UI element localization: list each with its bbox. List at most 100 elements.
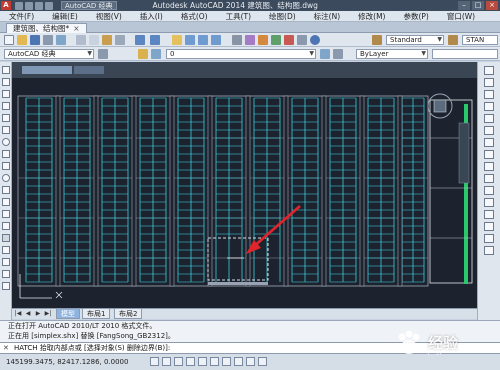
coordinate-readout[interactable]: 145199.3475, 82417.1286, 0.0000 — [6, 358, 128, 366]
menu-insert[interactable]: 插入(I) — [131, 11, 172, 22]
menu-modify[interactable]: 修改(M) — [349, 11, 394, 22]
chamfer-icon[interactable] — [484, 222, 494, 231]
calculator-icon[interactable] — [297, 35, 307, 45]
zoom-window-icon[interactable] — [198, 35, 208, 45]
gradient-icon[interactable] — [2, 246, 10, 254]
pan-icon[interactable] — [172, 35, 182, 45]
match-properties-icon[interactable] — [115, 35, 125, 45]
visual-style-control[interactable] — [74, 66, 104, 74]
dyn-toggle[interactable] — [234, 357, 243, 366]
transparency-toggle[interactable] — [258, 357, 267, 366]
offset-icon[interactable] — [484, 102, 494, 111]
redo-tool-icon[interactable] — [150, 35, 160, 45]
ducs-toggle[interactable] — [222, 357, 231, 366]
save-icon[interactable] — [25, 1, 33, 10]
menu-format[interactable]: 格式(O) — [172, 11, 217, 22]
array-icon[interactable] — [484, 114, 494, 123]
close-tab-icon[interactable]: × — [73, 24, 79, 33]
polyline-icon[interactable] — [2, 90, 10, 98]
undo-tool-icon[interactable] — [135, 35, 145, 45]
stretch-icon[interactable] — [484, 162, 494, 171]
grid-toggle[interactable] — [162, 357, 171, 366]
dim-style-icon[interactable] — [448, 35, 458, 45]
viewport-controls[interactable] — [22, 66, 72, 74]
save-file-icon[interactable] — [30, 35, 40, 45]
close-command-icon[interactable]: ✕ — [3, 344, 9, 352]
layer-previous-icon[interactable] — [333, 49, 343, 59]
menu-parametric[interactable]: 参数(P) — [394, 11, 437, 22]
copy-object-icon[interactable] — [484, 78, 494, 87]
polar-toggle[interactable] — [186, 357, 195, 366]
help-icon[interactable] — [310, 35, 320, 45]
menu-dimension[interactable]: 标注(N) — [305, 11, 349, 22]
explode-icon[interactable] — [484, 246, 494, 255]
minimize-icon[interactable]: – — [458, 1, 470, 10]
multiline-text-icon[interactable] — [2, 282, 10, 290]
polygon-icon[interactable] — [2, 102, 10, 110]
close-icon[interactable]: × — [486, 1, 498, 10]
rectangle-icon[interactable] — [2, 114, 10, 122]
design-center-icon[interactable] — [245, 35, 255, 45]
workspace-combo[interactable]: AutoCAD 经典 ▼ — [4, 49, 94, 59]
maximize-icon[interactable]: □ — [472, 1, 484, 10]
new-icon[interactable] — [4, 35, 14, 45]
rotate-icon[interactable] — [484, 138, 494, 147]
hatch-icon[interactable] — [2, 234, 10, 242]
erase-icon[interactable] — [484, 66, 494, 75]
region-icon[interactable] — [2, 258, 10, 266]
menu-draw[interactable]: 绘图(D) — [260, 11, 305, 22]
copy-icon[interactable] — [89, 35, 99, 45]
cut-icon[interactable] — [76, 35, 86, 45]
workspace-settings-icon[interactable] — [98, 49, 108, 59]
circle-icon[interactable] — [2, 138, 10, 146]
linetype-combo[interactable] — [432, 49, 498, 59]
break-icon[interactable] — [484, 198, 494, 207]
osnap-toggle[interactable] — [198, 357, 207, 366]
layer-state-icon[interactable] — [151, 49, 161, 59]
workspace-selector[interactable]: AutoCAD 经典 — [61, 1, 117, 10]
zoom-previous-icon[interactable] — [211, 35, 221, 45]
lineweight-toggle[interactable] — [246, 357, 255, 366]
prev-tab-icon[interactable]: ◀ — [24, 310, 32, 318]
tab-drawing[interactable]: 建筑图、结构图* × — [6, 23, 87, 33]
undo-icon[interactable] — [35, 1, 43, 10]
next-tab-icon[interactable]: ▶ — [34, 310, 42, 318]
spline-icon[interactable] — [2, 162, 10, 170]
markup-icon[interactable] — [284, 35, 294, 45]
properties-icon[interactable] — [232, 35, 242, 45]
menu-tools[interactable]: 工具(T) — [217, 11, 260, 22]
snap-toggle[interactable] — [150, 357, 159, 366]
revision-cloud-icon[interactable] — [2, 150, 10, 158]
join-icon[interactable] — [484, 210, 494, 219]
insert-block-icon[interactable] — [2, 198, 10, 206]
print-icon[interactable] — [43, 35, 53, 45]
open-icon[interactable] — [17, 35, 27, 45]
mirror-icon[interactable] — [484, 90, 494, 99]
menu-window[interactable]: 窗口(W) — [438, 11, 484, 22]
zoom-realtime-icon[interactable] — [185, 35, 195, 45]
move-icon[interactable] — [484, 126, 494, 135]
tab-model[interactable]: 模型 — [56, 309, 80, 319]
construction-line-icon[interactable] — [2, 78, 10, 86]
otrack-toggle[interactable] — [210, 357, 219, 366]
quick-access-icon[interactable] — [15, 1, 23, 10]
make-current-icon[interactable] — [320, 49, 330, 59]
autocad-logo-icon[interactable]: A — [1, 1, 11, 10]
paste-icon[interactable] — [102, 35, 112, 45]
color-combo[interactable]: ByLayer ▼ — [356, 49, 428, 59]
ellipse-arc-icon[interactable] — [2, 186, 10, 194]
first-tab-icon[interactable]: |◀ — [14, 310, 22, 318]
layer-properties-icon[interactable] — [138, 49, 148, 59]
scale-icon[interactable] — [484, 150, 494, 159]
redo-icon[interactable] — [45, 1, 53, 10]
trim-icon[interactable] — [484, 174, 494, 183]
tab-layout1[interactable]: 布局1 — [82, 309, 111, 319]
line-icon[interactable] — [2, 66, 10, 74]
layer-combo[interactable]: 0 ▼ — [166, 49, 316, 59]
make-block-icon[interactable] — [2, 210, 10, 218]
extend-icon[interactable] — [484, 186, 494, 195]
fillet-icon[interactable] — [484, 234, 494, 243]
tab-layout2[interactable]: 布局2 — [114, 309, 143, 319]
drawing-canvas[interactable] — [12, 78, 477, 308]
arc-icon[interactable] — [2, 126, 10, 134]
